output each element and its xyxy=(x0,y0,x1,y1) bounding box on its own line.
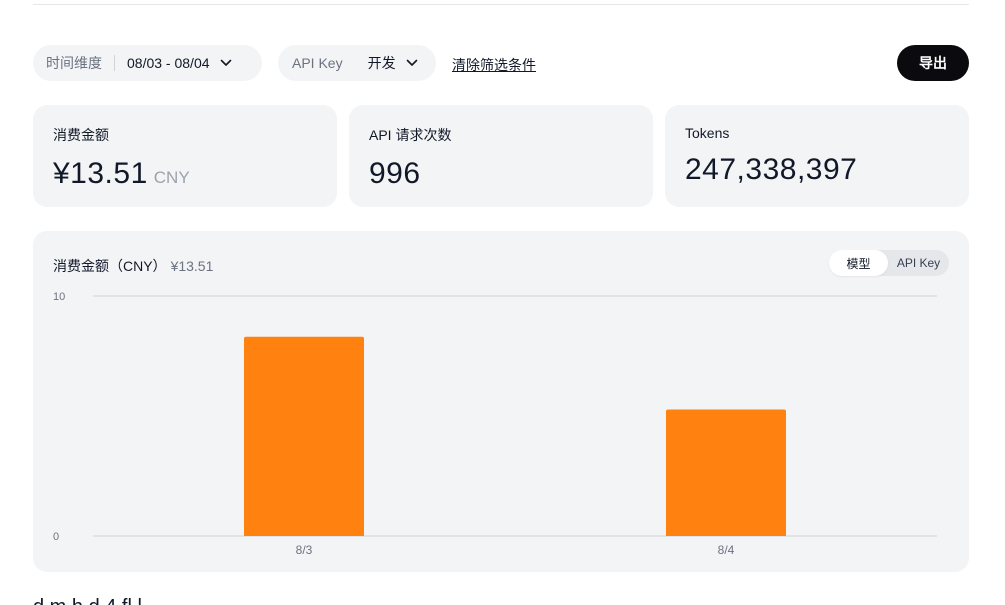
stat-value-row: 996 xyxy=(369,157,633,191)
stats-row: 消费金额 ¥13.51 CNY API 请求次数 996 Tokens 247,… xyxy=(33,105,969,207)
stat-card-requests: API 请求次数 996 xyxy=(349,105,653,207)
api-key-filter[interactable]: API Key 开发 xyxy=(278,45,436,81)
stat-card-tokens: Tokens 247,338,397 xyxy=(665,105,969,207)
clear-filters-link[interactable]: 清除筛选条件 xyxy=(452,55,536,75)
top-divider xyxy=(33,4,969,5)
stat-unit: CNY xyxy=(153,168,190,187)
filter-separator xyxy=(114,55,115,71)
x-tick-label: 8/3 xyxy=(296,543,313,557)
stat-value: 996 xyxy=(369,157,421,190)
cost-chart-card: 消费金额（CNY） ¥13.51 模型 API Key 10 0 8/3 8/4 xyxy=(33,231,969,572)
stat-card-cost: 消费金额 ¥13.51 CNY xyxy=(33,105,337,207)
stat-label: 消费金额 xyxy=(53,127,109,143)
time-range-value: 08/03 - 08/04 xyxy=(127,55,210,71)
cost-bar-chart: 10 0 8/3 8/4 xyxy=(53,291,937,557)
bar-8-3 xyxy=(244,336,364,536)
next-section-text: d m h d 4 fl l xyxy=(33,596,142,605)
stat-value: 247,338,397 xyxy=(685,153,858,186)
stat-value-row: ¥13.51 CNY xyxy=(53,157,317,191)
time-range-label: 时间维度 xyxy=(46,55,102,71)
stat-value-row: 247,338,397 xyxy=(685,153,949,187)
stat-value: ¥13.51 xyxy=(53,157,148,190)
chevron-down-icon xyxy=(406,59,418,67)
y-tick-label: 10 xyxy=(53,291,65,303)
filter-bar: 时间维度 08/03 - 08/04 API Key 开发 清除筛选条件 导出 xyxy=(33,45,969,81)
api-key-filter-label: API Key xyxy=(292,55,343,71)
y-tick-label: 0 xyxy=(53,531,59,543)
x-tick-label: 8/4 xyxy=(718,543,735,557)
bar-8-4 xyxy=(666,409,786,536)
export-button[interactable]: 导出 xyxy=(897,45,969,81)
stat-label: Tokens xyxy=(685,125,730,141)
stat-label: API 请求次数 xyxy=(369,127,452,143)
api-key-filter-value: 开发 xyxy=(367,55,396,71)
time-range-filter[interactable]: 时间维度 08/03 - 08/04 xyxy=(33,45,262,81)
chevron-down-icon xyxy=(220,59,232,67)
